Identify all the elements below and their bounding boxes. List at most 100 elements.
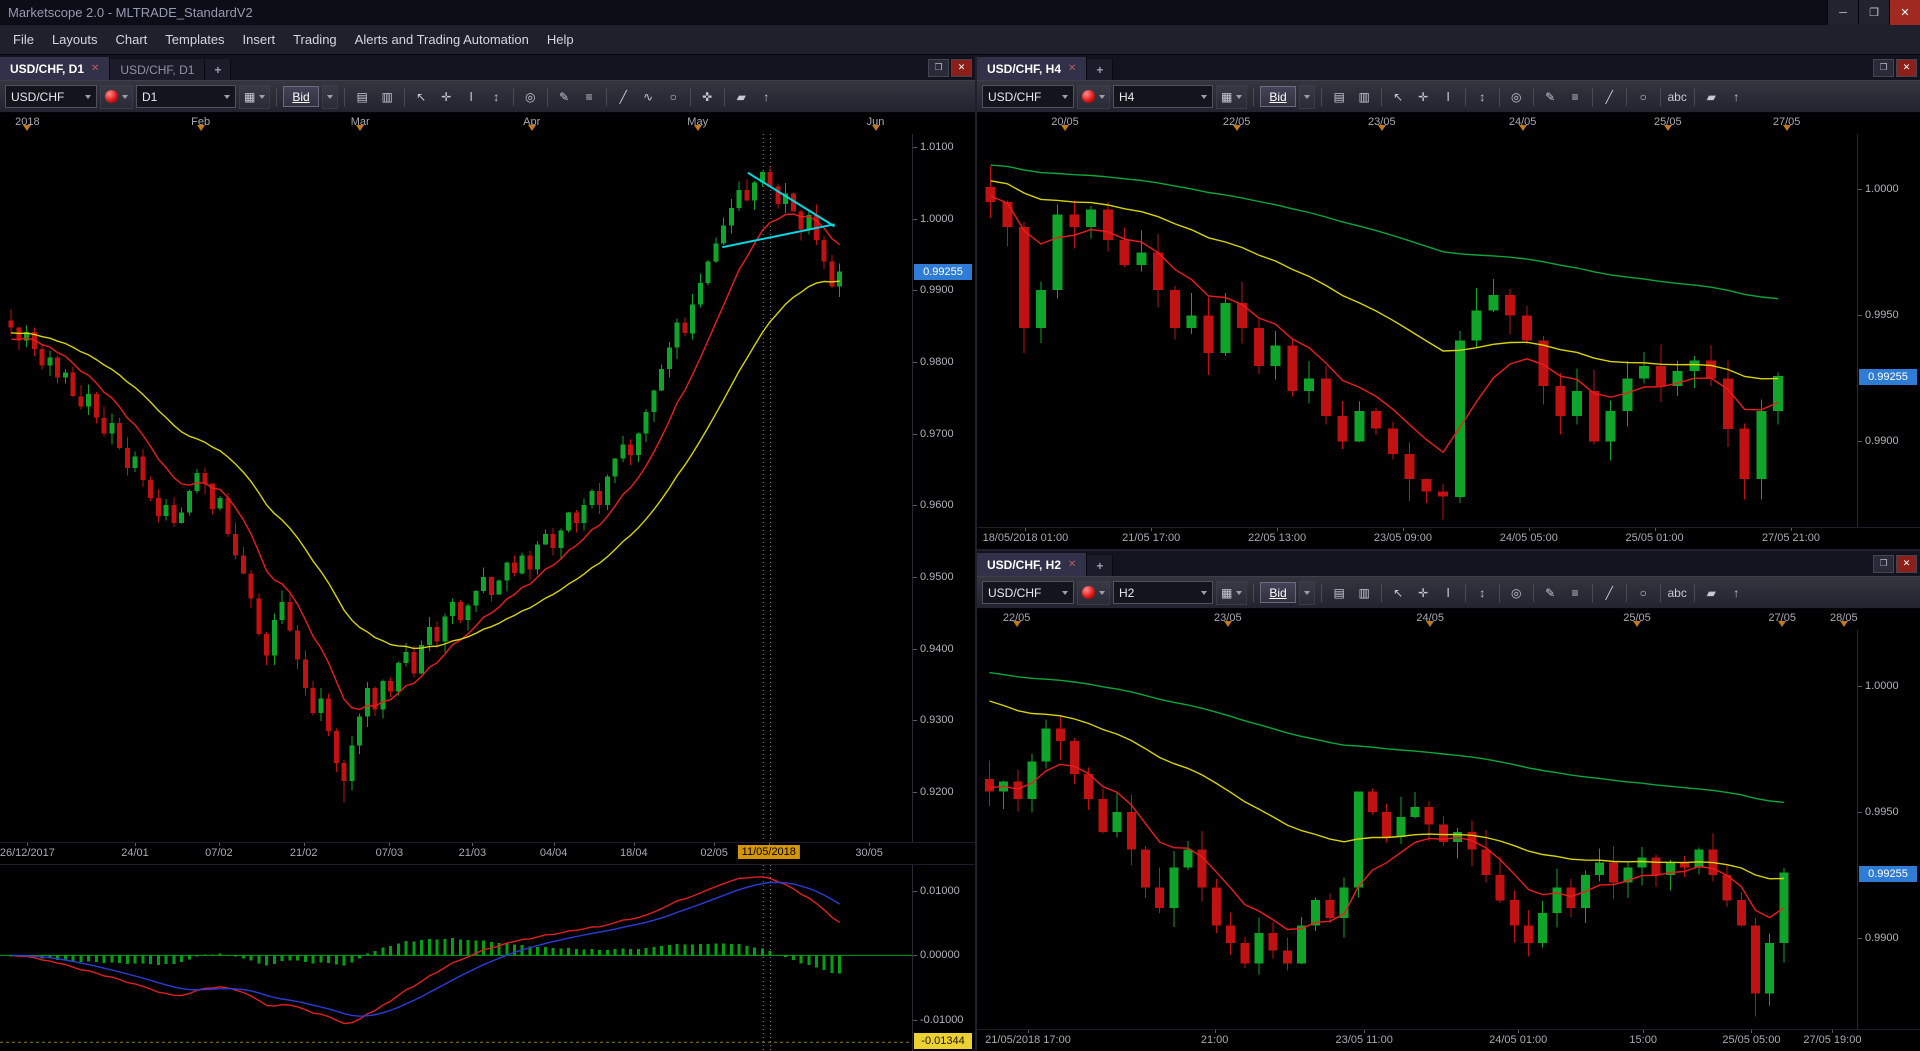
indicator-plot-area[interactable] [0, 865, 912, 1051]
page-setup-icon[interactable]: ▥ [376, 85, 399, 108]
bid-button[interactable]: Bid [283, 86, 319, 107]
toolbar-separator [1532, 583, 1534, 602]
ellipse-icon[interactable]: ○ [662, 85, 685, 108]
tab-close-icon[interactable]: ✕ [1068, 559, 1076, 570]
bid-ask-select[interactable] [321, 84, 338, 109]
bid-button[interactable]: Bid [1260, 86, 1296, 107]
globe-icon[interactable]: ◎ [1505, 581, 1528, 604]
symbol-select[interactable]: USD/CHF [982, 581, 1074, 604]
indicators-icon[interactable]: ≡ [1564, 85, 1587, 108]
draw-icon[interactable]: ✎ [1539, 581, 1562, 604]
share-icon[interactable]: ↑ [1725, 85, 1748, 108]
restore-icon[interactable]: ❐ [928, 58, 949, 77]
bid-ask-select[interactable] [1298, 84, 1315, 109]
window-controls: ─ ❐ ✕ [1827, 0, 1920, 25]
crosshair-icon[interactable]: ✛ [1412, 581, 1435, 604]
print-icon[interactable]: ▤ [351, 85, 374, 108]
page-setup-icon[interactable]: ▥ [1353, 581, 1376, 604]
text-cursor-icon[interactable]: Ⅰ [1437, 581, 1460, 604]
resize-icon[interactable]: ↕ [1471, 85, 1494, 108]
chart-plot-area[interactable] [977, 630, 1857, 1029]
ellipse-icon[interactable]: ○ [1632, 85, 1655, 108]
cursor-icon[interactable]: ↖ [1387, 85, 1410, 108]
tab-usdchf-d1[interactable]: USD/CHF, D1 [110, 59, 206, 80]
trendline-icon[interactable]: ╱ [1598, 581, 1621, 604]
globe-icon[interactable]: ◎ [1505, 85, 1528, 108]
tab-close-icon[interactable]: ✕ [91, 63, 99, 74]
share-icon[interactable]: ↑ [1725, 581, 1748, 604]
tab-usdchf-h2[interactable]: USD/CHF, H2 ✕ [977, 553, 1088, 576]
chart-type-button[interactable]: ▦ [1216, 580, 1248, 605]
draw-icon[interactable]: ✎ [553, 85, 576, 108]
menu-item-templates[interactable]: Templates [156, 27, 233, 52]
minimize-icon[interactable]: ─ [1827, 0, 1858, 25]
y-axis-label: 0.9400 [920, 642, 954, 655]
chart-type-button[interactable]: ▦ [239, 84, 271, 109]
order-orb-icon [1082, 90, 1095, 103]
restore-icon[interactable]: ❐ [1873, 58, 1894, 77]
marker-icon[interactable]: ✜ [696, 85, 719, 108]
restore-icon[interactable]: ❐ [1858, 0, 1889, 25]
eraser-icon[interactable]: ▰ [730, 85, 753, 108]
print-icon[interactable]: ▤ [1328, 581, 1351, 604]
close-icon[interactable]: ✕ [1896, 554, 1917, 573]
menu-item-file[interactable]: File [4, 27, 43, 52]
page-setup-icon[interactable]: ▥ [1353, 85, 1376, 108]
menu-item-alerts-and-trading-automation[interactable]: Alerts and Trading Automation [346, 27, 538, 52]
new-order-button[interactable] [100, 84, 133, 109]
chart-plot-area[interactable] [977, 134, 1857, 527]
draw-icon[interactable]: ✎ [1539, 85, 1562, 108]
bid-button[interactable]: Bid [1260, 582, 1296, 603]
new-tab-button[interactable]: + [205, 59, 232, 80]
new-tab-button[interactable]: + [1087, 59, 1114, 80]
x-axis-label: 22/05 13:00 [1248, 532, 1307, 544]
symbol-select[interactable]: USD/CHF [982, 85, 1074, 108]
indicators-icon[interactable]: ≡ [578, 85, 601, 108]
menu-item-chart[interactable]: Chart [107, 27, 157, 52]
period-select[interactable]: H4 [1113, 85, 1213, 108]
period-select[interactable]: D1 [136, 85, 236, 108]
share-icon[interactable]: ↑ [755, 85, 778, 108]
eraser-icon[interactable]: ▰ [1700, 581, 1723, 604]
globe-icon[interactable]: ◎ [519, 85, 542, 108]
price-axis: 1.0100 1.0000 0.9900 0.9800 0.9700 0.9600 0.95… [912, 134, 975, 842]
close-icon[interactable]: ✕ [1896, 58, 1917, 77]
menu-item-layouts[interactable]: Layouts [43, 27, 107, 52]
new-tab-button[interactable]: + [1087, 555, 1114, 576]
menu-item-trading[interactable]: Trading [284, 27, 346, 52]
print-icon[interactable]: ▤ [1328, 85, 1351, 108]
chart-plot-area[interactable] [0, 134, 912, 842]
trendline-icon[interactable]: ╱ [612, 85, 635, 108]
symbol-select[interactable]: USD/CHF [5, 85, 97, 108]
axis-tick [913, 505, 917, 507]
resize-icon[interactable]: ↕ [485, 85, 508, 108]
label-icon[interactable]: abc [1666, 85, 1689, 108]
cursor-icon[interactable]: ↖ [1387, 581, 1410, 604]
new-order-button[interactable] [1077, 580, 1110, 605]
cursor-icon[interactable]: ↖ [410, 85, 433, 108]
trendline-icon[interactable]: ╱ [1598, 85, 1621, 108]
bid-ask-select[interactable] [1298, 580, 1315, 605]
eraser-icon[interactable]: ▰ [1700, 85, 1723, 108]
indicators-icon[interactable]: ≡ [1564, 581, 1587, 604]
menu-item-help[interactable]: Help [538, 27, 583, 52]
resize-icon[interactable]: ↕ [1471, 581, 1494, 604]
ellipse-icon[interactable]: ○ [1632, 581, 1655, 604]
chart-type-button[interactable]: ▦ [1216, 84, 1248, 109]
chevron-down-icon [1201, 590, 1207, 598]
crosshair-icon[interactable]: ✛ [1412, 85, 1435, 108]
close-icon[interactable]: ✕ [1889, 0, 1920, 25]
restore-icon[interactable]: ❐ [1873, 554, 1894, 573]
curve-icon[interactable]: ∿ [637, 85, 660, 108]
period-select[interactable]: H2 [1113, 581, 1213, 604]
tab-usdchf-d1[interactable]: USD/CHF, D1 ✕ [0, 57, 111, 80]
menu-item-insert[interactable]: Insert [234, 27, 285, 52]
text-cursor-icon[interactable]: Ⅰ [460, 85, 483, 108]
text-cursor-icon[interactable]: Ⅰ [1437, 85, 1460, 108]
tab-close-icon[interactable]: ✕ [1068, 63, 1076, 74]
tab-usdchf-h4[interactable]: USD/CHF, H4 ✕ [977, 57, 1088, 80]
close-icon[interactable]: ✕ [951, 58, 972, 77]
new-order-button[interactable] [1077, 84, 1110, 109]
label-icon[interactable]: abc [1666, 581, 1689, 604]
crosshair-icon[interactable]: ✛ [435, 85, 458, 108]
